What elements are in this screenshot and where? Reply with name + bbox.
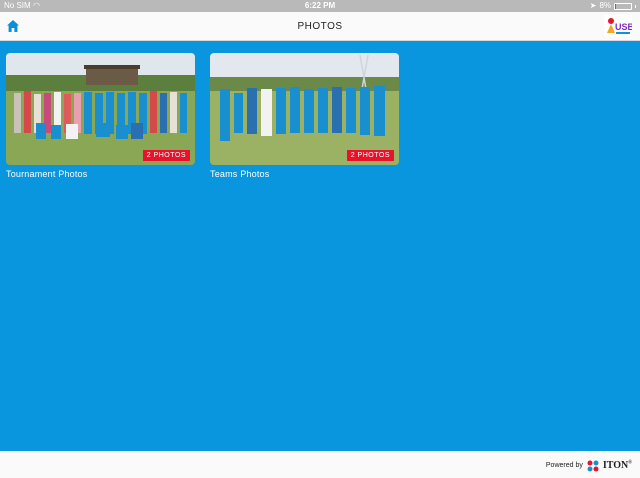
- photo-count-badge: 2 PHOTOS: [142, 150, 190, 161]
- footer: Powered by ITON®: [0, 451, 640, 478]
- battery-percent: 8%: [599, 1, 611, 10]
- iton-brand-text: ITON: [602, 459, 629, 471]
- status-right: ➤ 8%: [590, 0, 636, 12]
- album-thumbnail[interactable]: 2 PHOTOS: [6, 53, 195, 165]
- status-bar: No SIM ◠ 6:22 PM ➤ 8%: [0, 0, 640, 12]
- album-title[interactable]: Teams Photos: [210, 169, 399, 179]
- location-arrow-icon: ➤: [589, 1, 597, 10]
- page-title: PHOTOS: [297, 21, 343, 32]
- albums-grid: 2 PHOTOS Tournament Photos 2 PHOTOS Team…: [0, 41, 640, 451]
- album-title[interactable]: Tournament Photos: [6, 169, 195, 179]
- powered-by-label: Powered by: [545, 461, 583, 469]
- battery-icon: [614, 2, 632, 10]
- powered-by[interactable]: Powered by ITON®: [545, 459, 632, 472]
- clock: 6:22 PM: [304, 1, 336, 10]
- svg-text:USB: USB: [615, 22, 632, 32]
- trademark: ®: [628, 460, 632, 466]
- album-card-teams[interactable]: 2 PHOTOS Teams Photos: [210, 53, 399, 179]
- iton-brand: ITON®: [603, 460, 632, 471]
- album-thumbnail[interactable]: 2 PHOTOS: [210, 53, 399, 165]
- photo-count-badge: 2 PHOTOS: [346, 150, 394, 161]
- app-logo: USB: [604, 15, 635, 37]
- battery-tip: [635, 4, 636, 8]
- iton-logo-icon: [587, 459, 599, 472]
- nav-bar: PHOTOS USB: [0, 12, 640, 41]
- album-card-tournament[interactable]: 2 PHOTOS Tournament Photos: [6, 53, 195, 179]
